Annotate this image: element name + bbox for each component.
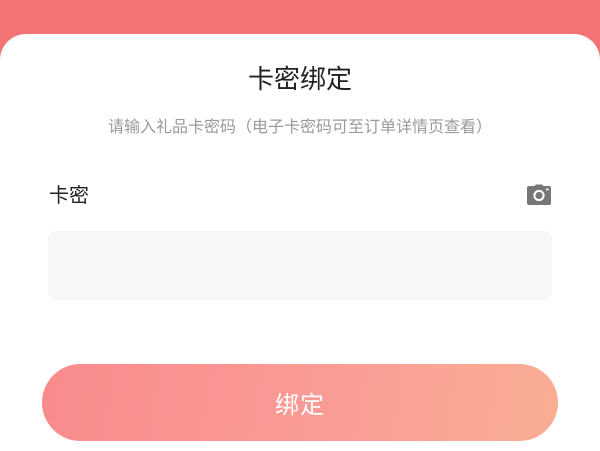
bind-button[interactable]: 绑定 — [42, 364, 558, 441]
camera-icon-graphic — [527, 184, 551, 205]
card-code-label: 卡密 — [49, 183, 89, 207]
camera-icon[interactable] — [526, 184, 552, 206]
dialog-title: 卡密绑定 — [247, 65, 352, 95]
card-code-input[interactable] — [48, 231, 552, 300]
dialog-subtitle: 请输入礼品卡密码（电子卡密码可至订单详情页查看） — [107, 117, 492, 136]
